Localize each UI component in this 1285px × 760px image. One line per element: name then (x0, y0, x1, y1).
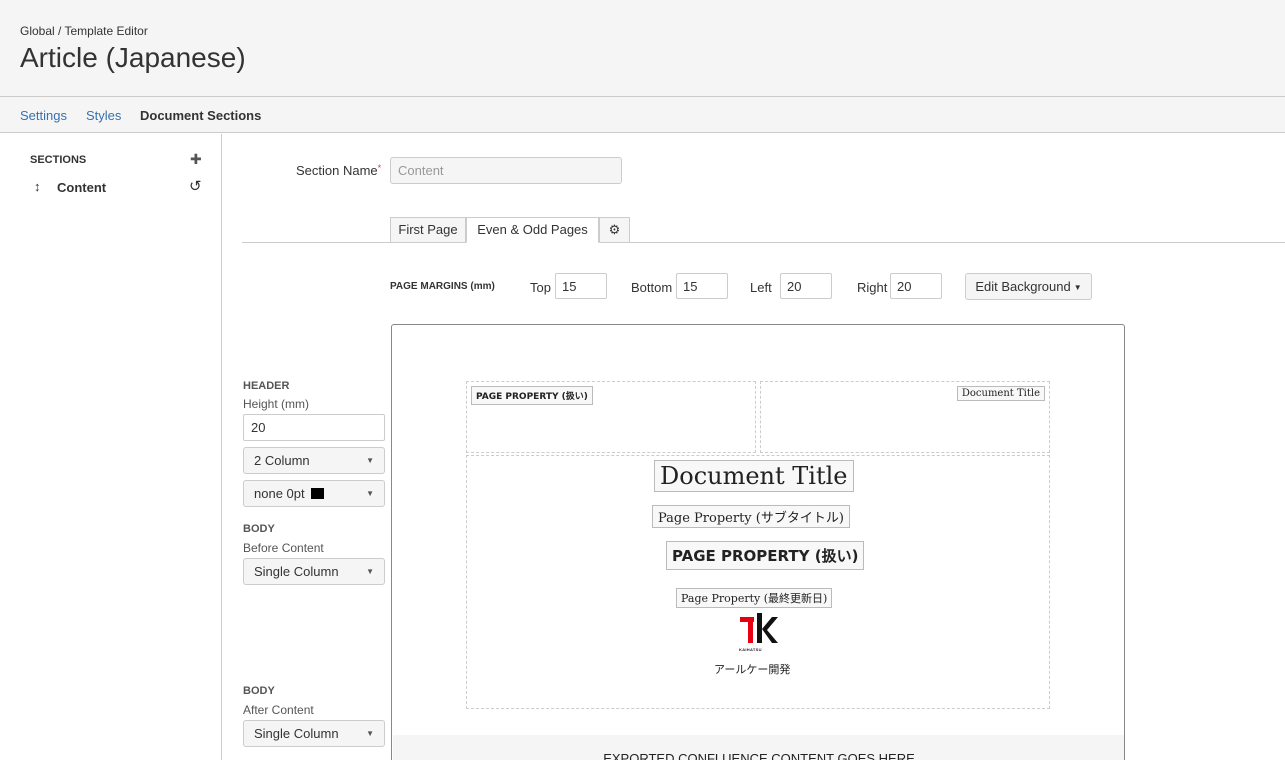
body-before-label: Before Content (243, 541, 324, 555)
header-height-input[interactable] (243, 414, 385, 441)
caret-down-icon: ▼ (366, 489, 374, 498)
tab-document-sections[interactable]: Document Sections (140, 108, 261, 123)
page-margins-label: PAGE MARGINS (mm) (390, 281, 495, 292)
content-placeholder: EXPORTED CONFLUENCE CONTENT GOES HERE (603, 751, 915, 760)
body-after-label: After Content (243, 703, 314, 717)
margin-right-label: Right (857, 280, 888, 295)
plus-icon[interactable]: ✚ (190, 151, 202, 168)
page-header: Global / Template Editor Article (Japane… (0, 0, 1285, 97)
document-title-chip[interactable]: Document Title (654, 460, 854, 492)
edit-background-button[interactable]: Edit Background ▼ (965, 273, 1092, 300)
page-preview: PAGE PROPERTY (扱い) Document Title Docume… (391, 324, 1125, 760)
header-heading: HEADER (243, 380, 290, 392)
header-left-cell[interactable]: PAGE PROPERTY (扱い) (466, 381, 756, 453)
required-mark: * (377, 163, 382, 173)
page-property-chip[interactable]: PAGE PROPERTY (扱い) (471, 386, 593, 405)
sidebar-item-content[interactable]: Content (57, 180, 106, 195)
gear-icon[interactable]: ⚙ (599, 217, 630, 243)
body-after-heading: BODY (243, 685, 275, 697)
body-before-heading: BODY (243, 523, 275, 535)
logo-text: KAIHATSU (739, 647, 762, 652)
handling-property-chip[interactable]: PAGE PROPERTY (扱い) (666, 541, 865, 570)
margin-top-label: Top (530, 280, 551, 295)
sections-heading: SECTIONS (30, 154, 87, 166)
margin-bottom-label: Bottom (631, 280, 673, 295)
caret-down-icon: ▼ (366, 567, 374, 576)
subtitle-property-chip[interactable]: Page Property (サブタイトル) (652, 505, 850, 528)
tab-bar: Settings Styles Document Sections (0, 97, 1285, 133)
margin-right-input[interactable] (890, 273, 942, 299)
reset-icon[interactable]: ↺ (189, 177, 202, 195)
tab-even-odd-pages[interactable]: Even & Odd Pages (466, 217, 599, 243)
body-before-layout-select[interactable]: Single Column ▼ (243, 558, 385, 585)
caret-down-icon: ▼ (366, 456, 374, 465)
header-height-label: Height (mm) (243, 397, 310, 411)
company-name: アールケー開発 (714, 663, 791, 676)
breadcrumb[interactable]: Global / Template Editor (20, 24, 148, 38)
page-title: Article (Japanese) (20, 42, 246, 73)
tab-styles[interactable]: Styles (86, 108, 121, 123)
margin-top-input[interactable] (555, 273, 607, 299)
sections-sidebar: SECTIONS ✚ ↕ Content ↺ (0, 134, 222, 760)
section-name-label: Section Name* (296, 163, 382, 178)
caret-down-icon: ▼ (1073, 283, 1082, 293)
tab-first-page[interactable]: First Page (390, 217, 466, 243)
header-border-select[interactable]: none 0pt ▼ (243, 480, 385, 507)
company-logo (740, 613, 778, 643)
section-name-input[interactable] (390, 157, 622, 184)
header-columns-select[interactable]: 2 Column ▼ (243, 447, 385, 474)
header-right-cell[interactable]: Document Title (760, 381, 1050, 453)
drag-icon[interactable]: ↕ (34, 179, 41, 194)
margin-bottom-input[interactable] (676, 273, 728, 299)
color-swatch (310, 488, 324, 499)
margin-left-input[interactable] (780, 273, 832, 299)
caret-down-icon: ▼ (366, 729, 374, 738)
body-after-layout-select[interactable]: Single Column ▼ (243, 720, 385, 747)
margin-left-label: Left (750, 280, 772, 295)
tab-settings[interactable]: Settings (20, 108, 67, 123)
updated-property-chip[interactable]: Page Property (最終更新日) (676, 588, 833, 608)
document-title-chip[interactable]: Document Title (956, 386, 1045, 401)
